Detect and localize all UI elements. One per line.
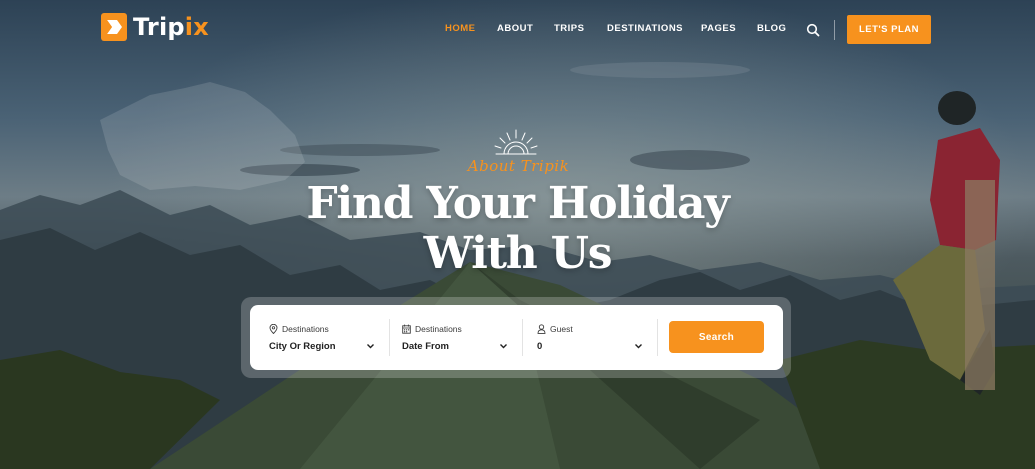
hero-section: Tripix HOME ABOUT TRIPS DESTINATIONS PAG… <box>0 0 1035 469</box>
search-panel: Destinations City Or Region Destinations… <box>250 305 783 370</box>
date-select[interactable]: Destinations Date From <box>402 305 512 370</box>
hero-title-line-2: With Us <box>423 228 613 279</box>
field-divider <box>522 319 523 356</box>
search-icon[interactable] <box>806 23 820 37</box>
nav-divider <box>834 20 835 40</box>
destination-value: City Or Region <box>269 341 336 352</box>
date-label: Destinations <box>402 324 462 334</box>
nav-item-blog[interactable]: BLOG <box>757 23 786 34</box>
brand-name: Tripix <box>133 13 209 41</box>
logo-icon <box>101 13 127 41</box>
nav-item-trips[interactable]: TRIPS <box>554 23 584 34</box>
lets-plan-button[interactable]: LET'S PLAN <box>847 15 931 44</box>
sunrise-icon <box>494 129 538 155</box>
search-button[interactable]: Search <box>669 321 764 353</box>
brand-logo[interactable]: Tripix <box>101 13 209 41</box>
hero-title-line-1: Find Your Holiday <box>306 178 729 229</box>
nav-item-pages[interactable]: PAGES <box>701 23 736 34</box>
guest-label: Guest <box>537 324 573 334</box>
guest-select[interactable]: Guest 0 <box>537 305 647 370</box>
field-divider <box>657 319 658 356</box>
chevron-down-icon <box>367 344 374 349</box>
calendar-icon <box>402 324 411 334</box>
chevron-down-icon <box>500 344 507 349</box>
field-divider <box>389 319 390 356</box>
nav-item-home[interactable]: HOME <box>445 23 476 34</box>
date-value: Date From <box>402 341 449 352</box>
nav-item-about[interactable]: ABOUT <box>497 23 533 34</box>
chevron-down-icon <box>635 344 642 349</box>
nav-item-destinations[interactable]: DESTINATIONS <box>607 23 683 34</box>
user-icon <box>537 324 546 334</box>
map-pin-icon <box>269 324 278 334</box>
destination-label: Destinations <box>269 324 329 334</box>
guest-value: 0 <box>537 341 543 352</box>
destination-select[interactable]: Destinations City Or Region <box>269 305 379 370</box>
hero-kicker: About Tripik <box>467 157 570 175</box>
